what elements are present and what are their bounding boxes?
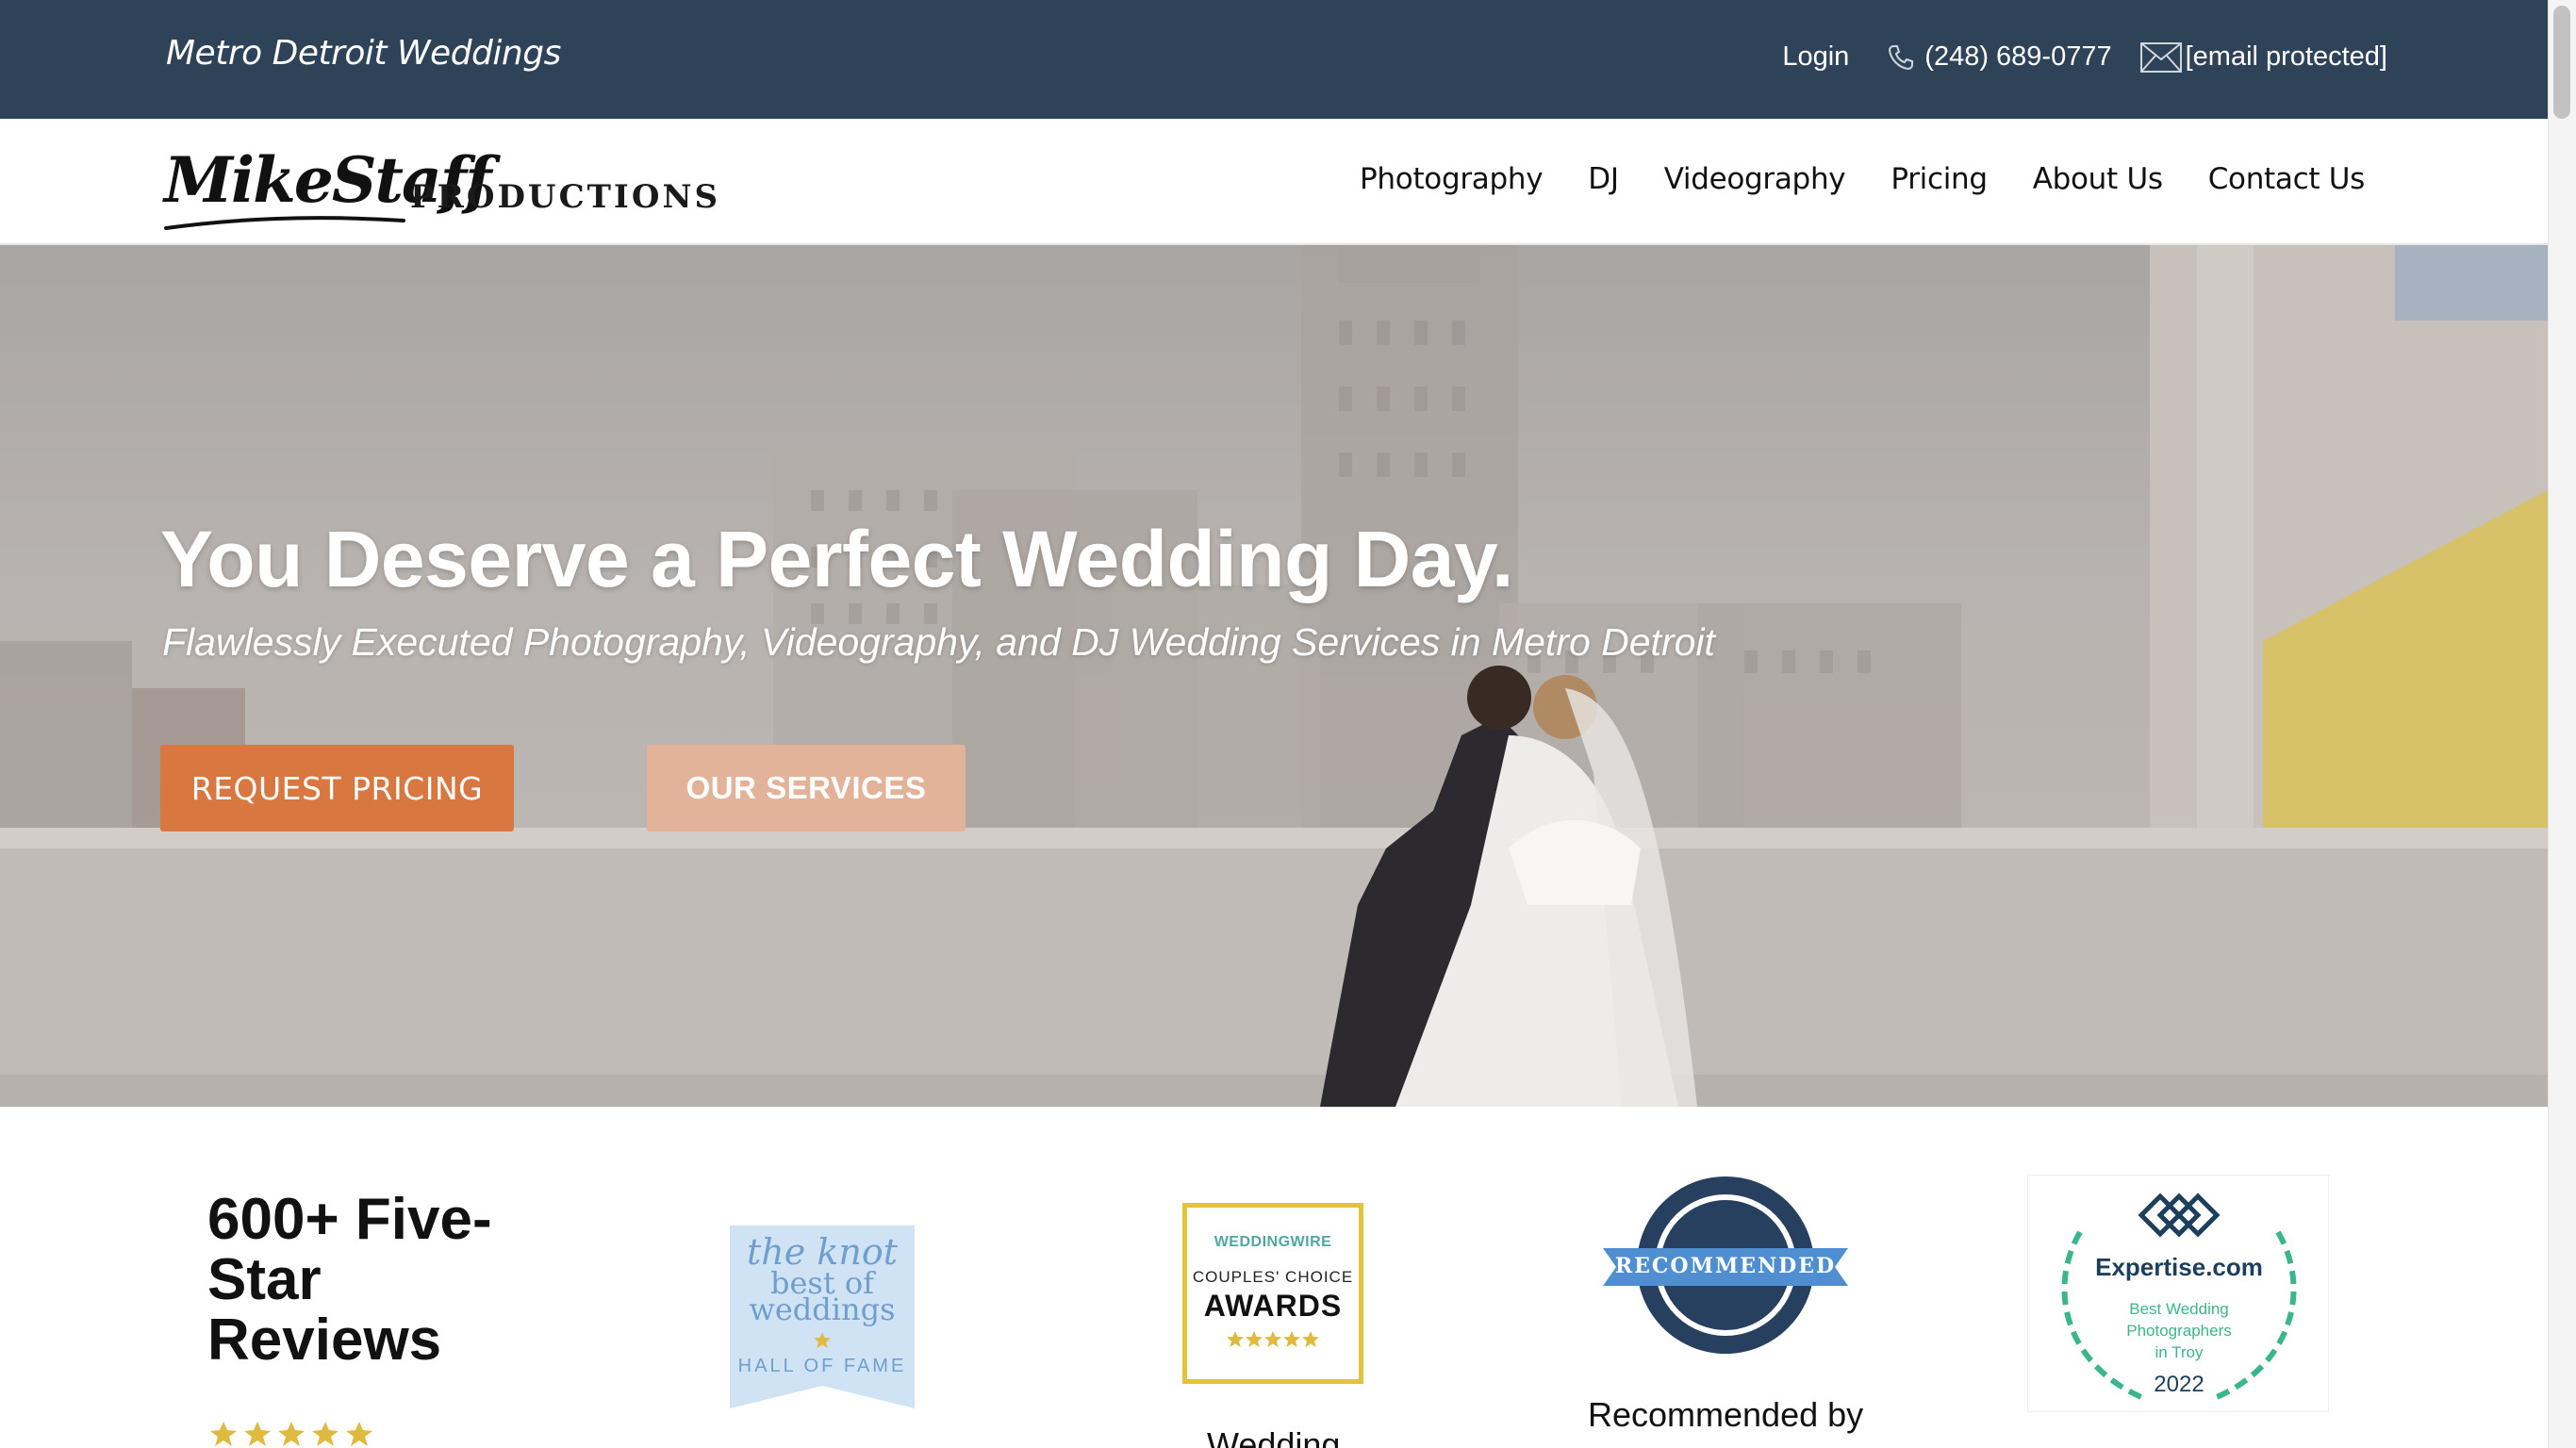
knot-star-icon (814, 1332, 831, 1348)
phone-number: (248) 689-0777 (1924, 41, 2112, 72)
nav-dj[interactable]: DJ (1588, 162, 1619, 196)
login-link[interactable]: Login (1782, 41, 1849, 73)
site-tagline: Metro Detroit Weddings (166, 34, 561, 73)
knot-weddings-text: weddings (749, 1292, 896, 1327)
five-star-rating-icon (210, 1422, 372, 1446)
nav-photography[interactable]: Photography (1360, 162, 1544, 196)
main-navbar: MikeStaff PRODUCTIONS Photography DJ Vid… (0, 119, 2548, 245)
expertise-line3-text: in Troy (2155, 1343, 2204, 1361)
knot-hall-of-fame-text: HALL OF FAME (737, 1356, 907, 1376)
top-bar: Metro Detroit Weddings Login (248) 689-0… (0, 0, 2548, 119)
hero-background-image (0, 245, 2548, 1107)
email-link[interactable]: [email protected] (2139, 41, 2387, 73)
phone-icon (1889, 44, 1914, 70)
weddingwire-brand-text: WEDDINGWIRE (1214, 1234, 1332, 1250)
request-pricing-button[interactable]: REQUEST PRICING (160, 745, 514, 831)
primary-nav: Photography DJ Videography Pricing About… (1360, 162, 2365, 196)
nav-pricing[interactable]: Pricing (1891, 162, 1988, 196)
knot-logo-text: the knot (747, 1231, 898, 1273)
top-links: Login (248) 689-0777 [email protected] (1782, 41, 2387, 73)
logo-word-text: PRODUCTIONS (410, 178, 721, 216)
phone-link[interactable]: (248) 689-0777 (1887, 41, 2112, 73)
our-services-button[interactable]: OUR SERVICES (647, 745, 966, 831)
expertise-line1-text: Best Wedding (2129, 1300, 2229, 1318)
weddingwire-couples-choice-badge[interactable]: WEDDINGWIRE COUPLES' CHOICE AWARDS (1182, 1203, 1363, 1384)
expertise-award-badge[interactable]: Expertise.com Best Wedding Photographers… (2027, 1175, 2329, 1412)
recommended-caption: Recommended by (1588, 1395, 1864, 1434)
site-logo[interactable]: MikeStaff PRODUCTIONS (160, 138, 718, 232)
hero-title: You Deserve a Perfect Wedding Day. (160, 515, 1513, 603)
weddingwire-caption: Wedding (1207, 1425, 1341, 1448)
nav-contact-us[interactable]: Contact Us (2208, 162, 2366, 196)
email-address: [email protected] (2185, 41, 2387, 72)
weddingwire-line1-text: COUPLES' CHOICE (1192, 1268, 1354, 1286)
nav-videography[interactable]: Videography (1664, 162, 1846, 196)
weddingwire-stars-icon (1227, 1331, 1319, 1347)
weddingwire-awards-text: AWARDS (1203, 1289, 1343, 1323)
expertise-year-text: 2022 (2154, 1372, 2204, 1397)
hero-banner: You Deserve a Perfect Wedding Day. Flawl… (0, 245, 2548, 1107)
recommended-ribbon-text: RECOMMENDED (1614, 1254, 1837, 1278)
hero-subtitle: Flawlessly Executed Photography, Videogr… (162, 620, 1715, 664)
page-scrollbar[interactable] (2548, 0, 2576, 1448)
nav-about-us[interactable]: About Us (2033, 162, 2163, 196)
knot-hall-of-fame-badge[interactable]: the knot best of weddings HALL OF FAME (730, 1226, 915, 1408)
reviews-heading: 600+ Five-Star Reviews (207, 1187, 492, 1373)
expertise-brand-text: Expertise.com (2095, 1253, 2263, 1281)
recommended-badge[interactable]: RECOMMENDED (1603, 1173, 1848, 1358)
expertise-line2-text: Photographers (2126, 1322, 2232, 1340)
envelope-icon (2139, 41, 2182, 73)
scrollbar-thumb[interactable] (2553, 6, 2570, 119)
